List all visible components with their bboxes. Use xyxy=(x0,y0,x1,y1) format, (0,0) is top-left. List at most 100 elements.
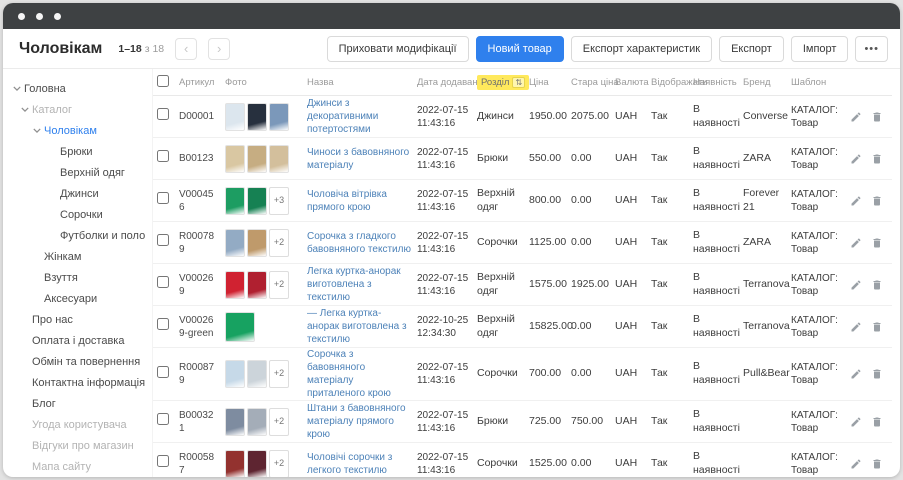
column-header-template[interactable]: Шаблон xyxy=(791,77,847,88)
edit-icon[interactable] xyxy=(850,368,862,380)
select-all-checkbox[interactable] xyxy=(157,75,169,87)
sidebar-item[interactable]: Угода користувача xyxy=(3,414,152,435)
delete-icon[interactable] xyxy=(871,321,883,333)
delete-icon[interactable] xyxy=(871,195,883,207)
sidebar-item[interactable]: Відгуки про магазин xyxy=(3,435,152,456)
column-header-old_price[interactable]: Стара ціна xyxy=(571,77,615,88)
more-photos-badge[interactable]: +2 xyxy=(269,271,289,299)
table-row[interactable]: B00123 Чиноси з бавовняного матеріалу 20… xyxy=(153,138,892,180)
minimize-window-button[interactable] xyxy=(36,13,43,20)
table-row[interactable]: R000789 +2 Сорочка з гладкого бавовняног… xyxy=(153,222,892,264)
column-header-article[interactable]: Артикул xyxy=(179,77,225,88)
row-checkbox[interactable] xyxy=(157,234,169,246)
row-checkbox[interactable] xyxy=(157,366,169,378)
column-header-name[interactable]: Назва xyxy=(307,77,417,88)
close-window-button[interactable] xyxy=(18,13,25,20)
sidebar-item[interactable]: Оплата і доставка xyxy=(3,330,152,351)
old-price-cell: 0.00 xyxy=(571,367,615,381)
export-button[interactable]: Експорт xyxy=(719,36,784,62)
chevron-down-icon[interactable] xyxy=(13,86,24,91)
edit-icon[interactable] xyxy=(850,237,862,249)
chevron-down-icon[interactable] xyxy=(21,107,32,112)
delete-icon[interactable] xyxy=(871,416,883,428)
table-row[interactable]: V000269 +2 Легка куртка-анорак виготовле… xyxy=(153,264,892,306)
more-photos-badge[interactable]: +2 xyxy=(269,360,289,388)
sidebar-item[interactable]: Жінкам xyxy=(3,246,152,267)
product-name-link[interactable]: Джинси з декоративними потертостями xyxy=(307,97,411,136)
edit-icon[interactable] xyxy=(850,279,862,291)
prev-page-button[interactable]: ‹ xyxy=(175,38,197,60)
more-photos-badge[interactable]: +2 xyxy=(269,229,289,257)
new-product-button[interactable]: Новий товар xyxy=(476,36,564,62)
import-button[interactable]: Імпорт xyxy=(791,36,849,62)
sidebar-item[interactable]: Контактна інформація xyxy=(3,372,152,393)
edit-icon[interactable] xyxy=(850,195,862,207)
delete-icon[interactable] xyxy=(871,458,883,470)
table-row[interactable]: R000879 +2 Сорочка з бавовняного матеріа… xyxy=(153,348,892,401)
product-name-link[interactable]: Чоловічі сорочки з легкого текстилю xyxy=(307,451,411,477)
edit-icon[interactable] xyxy=(850,416,862,428)
delete-icon[interactable] xyxy=(871,368,883,380)
sidebar-item[interactable]: Про нас xyxy=(3,309,152,330)
sidebar-item[interactable]: Каталог xyxy=(3,99,152,120)
column-header-section[interactable]: Розділ ⇅ xyxy=(477,75,529,90)
row-checkbox[interactable] xyxy=(157,192,169,204)
row-checkbox[interactable] xyxy=(157,108,169,120)
product-name-link[interactable]: — Легка куртка-анорак виготовлена з текс… xyxy=(307,307,411,346)
chevron-down-icon[interactable] xyxy=(33,128,44,133)
more-photos-badge[interactable]: +3 xyxy=(269,187,289,215)
table-row[interactable]: V000456 +3 Чоловіча вітрівка прямого кро… xyxy=(153,180,892,222)
sidebar-item[interactable]: Аксесуари xyxy=(3,288,152,309)
product-name-link[interactable]: Чоловіча вітрівка прямого крою xyxy=(307,188,411,214)
sidebar-item[interactable]: Джинси xyxy=(3,183,152,204)
table-row[interactable]: D00001 Джинси з декоративними потертостя… xyxy=(153,96,892,138)
table-row[interactable]: V000269-green — Легка куртка-анорак виго… xyxy=(153,306,892,348)
sidebar-item[interactable]: Мапа сайту xyxy=(3,456,152,477)
table-row[interactable]: B000321 +2 Штани з бавовняного матеріалу… xyxy=(153,401,892,443)
table-row[interactable]: R000587 +2 Чоловічі сорочки з легкого те… xyxy=(153,443,892,477)
edit-icon[interactable] xyxy=(850,111,862,123)
name-cell: Чоловіча вітрівка прямого крою xyxy=(307,188,417,214)
column-header-currency[interactable]: Валюта xyxy=(615,77,651,88)
product-name-link[interactable]: Сорочка з бавовняного матеріалу притален… xyxy=(307,348,411,400)
row-checkbox[interactable] xyxy=(157,276,169,288)
delete-icon[interactable] xyxy=(871,237,883,249)
column-header-availability[interactable]: Наявність xyxy=(693,77,743,88)
sort-icon[interactable]: ⇅ xyxy=(512,77,525,88)
sidebar-item[interactable]: Чоловікам xyxy=(3,120,152,141)
sidebar-item[interactable]: Взуття xyxy=(3,267,152,288)
row-checkbox[interactable] xyxy=(157,318,169,330)
delete-icon[interactable] xyxy=(871,153,883,165)
edit-icon[interactable] xyxy=(850,153,862,165)
row-checkbox[interactable] xyxy=(157,413,169,425)
sidebar-item[interactable]: Футболки и поло xyxy=(3,225,152,246)
next-page-button[interactable]: › xyxy=(208,38,230,60)
edit-icon[interactable] xyxy=(850,458,862,470)
delete-icon[interactable] xyxy=(871,111,883,123)
product-name-link[interactable]: Легка куртка-анорак виготовлена з тексти… xyxy=(307,265,411,304)
delete-icon[interactable] xyxy=(871,279,883,291)
product-name-link[interactable]: Чиноси з бавовняного матеріалу xyxy=(307,146,411,172)
column-header-date[interactable]: Дата додавання xyxy=(417,77,477,88)
hide-modifications-button[interactable]: Приховати модифікації xyxy=(327,36,469,62)
sidebar-item[interactable]: Сорочки xyxy=(3,204,152,225)
sidebar-item[interactable]: Верхній одяг xyxy=(3,162,152,183)
column-header-display[interactable]: Відображати xyxy=(651,77,693,88)
sidebar-item[interactable]: Головна xyxy=(3,78,152,99)
column-header-brand[interactable]: Бренд xyxy=(743,77,791,88)
sidebar-item[interactable]: Обмін та повернення xyxy=(3,351,152,372)
column-header-photo[interactable]: Фото xyxy=(225,77,307,88)
sidebar-item[interactable]: Блог xyxy=(3,393,152,414)
edit-icon[interactable] xyxy=(850,321,862,333)
product-name-link[interactable]: Сорочка з гладкого бавовняного текстилю xyxy=(307,230,411,256)
product-name-link[interactable]: Штани з бавовняного матеріалу прямого кр… xyxy=(307,402,411,441)
row-checkbox[interactable] xyxy=(157,150,169,162)
more-photos-badge[interactable]: +2 xyxy=(269,408,289,436)
column-header-price[interactable]: Ціна xyxy=(529,77,571,88)
zoom-window-button[interactable] xyxy=(54,13,61,20)
export-attributes-button[interactable]: Експорт характеристик xyxy=(571,36,712,62)
more-actions-button[interactable]: ••• xyxy=(855,36,888,62)
row-checkbox[interactable] xyxy=(157,455,169,467)
sidebar-item[interactable]: Брюки xyxy=(3,141,152,162)
more-photos-badge[interactable]: +2 xyxy=(269,450,289,478)
